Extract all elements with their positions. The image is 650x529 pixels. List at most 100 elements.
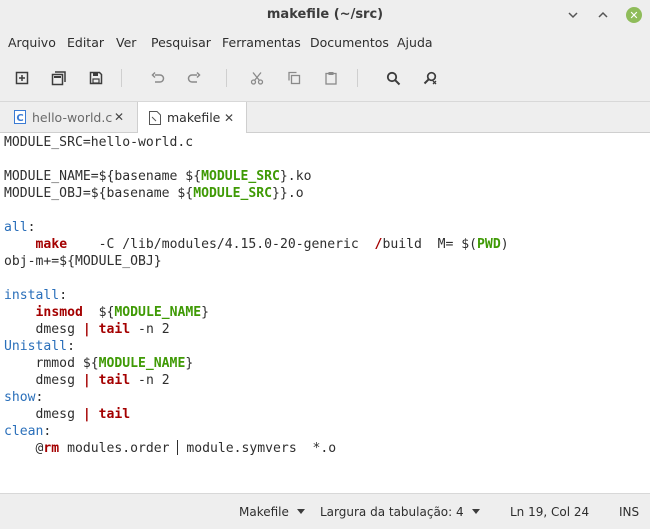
code-token: dmesg (4, 407, 83, 422)
code-token: : (35, 390, 44, 405)
tab-bar: C hello-world.c ✕ makefile ✕ (0, 102, 650, 133)
code-token: rmmod ${ (4, 356, 99, 371)
code-token: MODULE_OBJ=${basename ${ (4, 186, 194, 201)
code-line[interactable]: rmmod ${MODULE_NAME} (4, 355, 509, 372)
code-line[interactable] (4, 202, 509, 219)
tab-label: makefile (167, 110, 221, 125)
menu-editar[interactable]: Editar (67, 35, 104, 50)
code-content[interactable]: MODULE_SRC=hello-world.c MODULE_NAME=${b… (4, 134, 509, 457)
code-token: MODULE_SRC=hello-world.c (4, 135, 194, 150)
menu-ajuda[interactable]: Ajuda (397, 35, 433, 50)
code-token: tail (98, 322, 131, 337)
code-token: tail (98, 373, 131, 388)
code-token: module.symvers *.o (178, 441, 337, 456)
code-token: make (35, 237, 68, 252)
code-line[interactable]: dmesg | tail -n 2 (4, 321, 509, 338)
code-line[interactable]: make -C /lib/modules/4.15.0-20-generic /… (4, 236, 509, 253)
code-token: }}.o (272, 186, 304, 201)
code-line[interactable]: Unistall: (4, 338, 509, 355)
code-token: }.ko (279, 169, 312, 184)
code-token: Unistall (4, 339, 68, 354)
tab-hello-world-c[interactable]: C hello-world.c ✕ (0, 102, 136, 132)
tab-label: hello-world.c (32, 109, 113, 125)
code-token: tail (98, 407, 131, 422)
code-line[interactable]: MODULE_NAME=${basename ${MODULE_SRC}.ko (4, 168, 509, 185)
c-file-icon: C (14, 110, 26, 124)
find-replace-button[interactable] (419, 67, 441, 89)
code-line[interactable]: MODULE_SRC=hello-world.c (4, 134, 509, 151)
close-button[interactable]: ✕ (626, 7, 642, 23)
chevron-down-icon (471, 509, 480, 514)
code-token: } (201, 305, 210, 320)
code-line[interactable]: insmod ${MODULE_NAME} (4, 304, 509, 321)
code-token: PWD (477, 237, 501, 252)
undo-button[interactable] (147, 67, 169, 89)
menu-documentos[interactable]: Documentos (310, 35, 389, 50)
code-line[interactable] (4, 270, 509, 287)
cursor-position: Ln 19, Col 24 (510, 505, 590, 519)
paste-button[interactable] (320, 67, 342, 89)
title-bar: makefile (~/src) ✕ (0, 0, 650, 31)
code-line[interactable]: dmesg | tail -n 2 (4, 372, 509, 389)
code-line[interactable]: MODULE_OBJ=${basename ${MODULE_SRC}}.o (4, 185, 509, 202)
code-token: modules.order (59, 441, 178, 456)
insert-mode: INS (619, 505, 640, 519)
code-token: build M= $( (382, 237, 478, 252)
code-line[interactable]: @rm modules.order module.symvers *.o (4, 440, 509, 457)
code-line[interactable]: dmesg | tail (4, 406, 509, 423)
save-icon (89, 71, 103, 85)
undo-icon (151, 71, 165, 83)
code-token: : (43, 424, 52, 439)
svg-text:C: C (16, 113, 23, 124)
code-token: MODULE_NAME (98, 356, 186, 371)
code-token: insmod (35, 305, 83, 320)
code-line[interactable]: clean: (4, 423, 509, 440)
code-token: | (82, 322, 91, 337)
minimize-button[interactable] (566, 8, 580, 22)
minimize-icon (568, 12, 578, 19)
tab-close-icon[interactable]: ✕ (224, 111, 234, 125)
code-token: @ (4, 441, 44, 456)
code-token: MODULE_NAME=${basename ${ (4, 169, 202, 184)
code-token: obj-m+=${MODULE_OBJ} (4, 254, 162, 269)
menu-pesquisar[interactable]: Pesquisar (151, 35, 211, 50)
code-line[interactable]: all: (4, 219, 509, 236)
code-token: -n 2 (130, 322, 170, 337)
code-line[interactable]: show: (4, 389, 509, 406)
code-token: MODULE_SRC (193, 186, 273, 201)
menu-arquivo[interactable]: Arquivo (8, 35, 56, 50)
tab-makefile[interactable]: makefile ✕ (137, 102, 247, 133)
new-window-button[interactable] (48, 67, 70, 89)
save-button[interactable] (85, 67, 107, 89)
code-token: | (82, 373, 91, 388)
tab-close-icon[interactable]: ✕ (114, 110, 124, 124)
redo-button[interactable] (183, 67, 205, 89)
paste-icon (325, 72, 337, 85)
menu-ver[interactable]: Ver (116, 35, 136, 50)
cut-icon (250, 72, 264, 85)
code-token: : (59, 288, 68, 303)
menu-bar: Arquivo Editar Ver Pesquisar Ferramentas… (0, 31, 650, 55)
tab-width-selector[interactable]: Largura da tabulação: 4 (320, 505, 480, 519)
cut-button[interactable] (246, 67, 268, 89)
tab-width-label: Largura da tabulação: 4 (320, 505, 464, 519)
code-line[interactable]: install: (4, 287, 509, 304)
new-document-icon (15, 71, 29, 85)
copy-button[interactable] (283, 67, 305, 89)
text-editor[interactable]: MODULE_SRC=hello-world.c MODULE_NAME=${b… (0, 133, 650, 493)
code-line[interactable]: obj-m+=${MODULE_OBJ} (4, 253, 509, 270)
language-selector[interactable]: Makefile (239, 505, 305, 519)
maximize-icon (598, 11, 608, 18)
maximize-button[interactable] (596, 8, 610, 22)
code-token: : (27, 220, 36, 235)
code-token: install (4, 288, 60, 303)
search-icon (386, 71, 400, 85)
new-document-button[interactable] (11, 67, 33, 89)
code-token: rm (43, 441, 60, 456)
code-line[interactable] (4, 151, 509, 168)
menu-ferramentas[interactable]: Ferramentas (222, 35, 301, 50)
code-token: | (82, 407, 91, 422)
search-button[interactable] (382, 67, 404, 89)
code-token: : (67, 339, 75, 354)
